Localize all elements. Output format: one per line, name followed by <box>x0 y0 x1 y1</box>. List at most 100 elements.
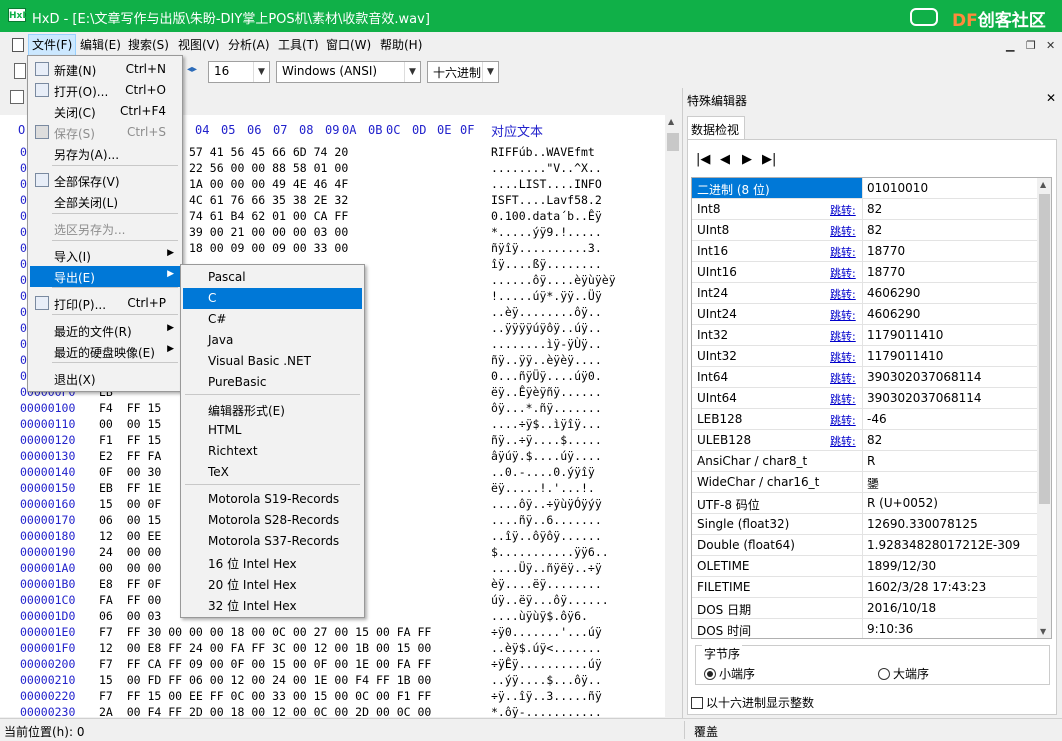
hex-text[interactable]: ñÿ..÷ÿ....$..... <box>491 433 602 447</box>
scroll-up-icon[interactable]: ▲ <box>668 117 674 126</box>
hex-text[interactable]: îÿ....ßÿ........ <box>491 257 602 271</box>
menu-window[interactable]: 窗口(W) <box>323 36 374 54</box>
inspector-value[interactable]: 1179011410 <box>867 349 943 363</box>
inspector-value[interactable]: 01010010 <box>867 181 928 195</box>
jump-link[interactable]: 跳转: <box>830 412 856 428</box>
export-item[interactable]: Pascal <box>183 267 362 288</box>
little-endian-radio[interactable]: 小端序 <box>704 665 755 682</box>
hex-bytes[interactable]: 2A 00 F4 FF 2D 00 18 00 12 00 0C 00 2D 0… <box>99 705 431 719</box>
inspector-row[interactable]: UTF-8 码位 R (U+0052) <box>692 493 1037 514</box>
hex-text[interactable]: ....Üÿ..ñÿëÿ..÷ÿ <box>491 561 602 575</box>
inspector-value[interactable]: 4606290 <box>867 286 920 300</box>
inspector-row[interactable]: UInt32 跳转: 1179011410 <box>692 346 1037 367</box>
inspector-row[interactable]: WideChar / char16_t 䥒 <box>692 472 1037 493</box>
hex-bytes[interactable]: 06 00 03 <box>99 609 161 623</box>
hex-row[interactable]: 00000210 15 00 FD FF 06 00 12 00 24 00 1E… <box>0 673 665 689</box>
menu-edit[interactable]: 编辑(E) <box>77 36 124 54</box>
hex-text[interactable]: ......ôÿ....èÿùÿèÿ <box>491 273 616 287</box>
restore-icon[interactable]: ❐ <box>1026 39 1036 52</box>
hex-text[interactable]: $...........ÿÿ6.. <box>491 545 609 559</box>
jump-link[interactable]: 跳转: <box>830 307 856 323</box>
hex-text[interactable]: ..èÿ........ôÿ.. <box>491 305 602 319</box>
scroll-down-icon[interactable]: ▼ <box>1040 627 1046 636</box>
inspector-row[interactable]: UInt24 跳转: 4606290 <box>692 304 1037 325</box>
inspector-row[interactable]: Int24 跳转: 4606290 <box>692 283 1037 304</box>
export-item[interactable]: 编辑器形式(E) <box>183 399 362 420</box>
inspector-value[interactable]: 82 <box>867 433 882 447</box>
hex-bytes[interactable]: 00 00 00 <box>99 561 161 575</box>
hex-text[interactable]: ..îÿ..ôÿôÿ...... <box>491 529 602 543</box>
hex-text[interactable]: ÷ÿÊÿ..........úÿ <box>491 657 602 671</box>
menu-item-save-as[interactable]: 另存为(A)... <box>30 143 180 164</box>
jump-link[interactable]: 跳转: <box>830 265 856 281</box>
hex-text[interactable]: *.ôÿ-........... <box>491 705 602 719</box>
next-icon[interactable]: ▶ <box>742 152 752 167</box>
inspector-value[interactable]: 4606290 <box>867 307 920 321</box>
jump-link[interactable]: 跳转: <box>830 223 856 239</box>
hex-display-checkbox[interactable]: 以十六进制显示整数 <box>691 694 814 711</box>
jump-link[interactable]: 跳转: <box>830 433 856 449</box>
export-item[interactable]: C# <box>183 309 362 330</box>
scroll-up-icon[interactable]: ▲ <box>1040 180 1046 189</box>
offset-base-select[interactable]: 十六进制 ▼ <box>427 61 499 83</box>
hex-text[interactable]: ........"V..^X.. <box>491 161 602 175</box>
menu-item-export[interactable]: 导出(E) ▶ <box>30 266 180 287</box>
inspector-value[interactable]: 390302037068114 <box>867 370 982 384</box>
inspector-value[interactable]: R <box>867 454 875 468</box>
inspector-row[interactable]: Int8 跳转: 82 <box>692 199 1037 220</box>
export-item[interactable]: PureBasic <box>183 372 362 393</box>
scrollbar-thumb[interactable] <box>667 133 679 151</box>
hex-text[interactable]: ..0.-....0.ýÿîÿ <box>491 465 595 479</box>
hex-bytes[interactable]: F1 FF 15 <box>99 433 161 447</box>
hex-bytes[interactable]: F7 FF CA FF 09 00 0F 00 15 00 0F 00 1E 0… <box>99 657 431 671</box>
inspector-row[interactable]: ULEB128 跳转: 82 <box>692 430 1037 451</box>
jump-link[interactable]: 跳转: <box>830 370 856 386</box>
close-icon[interactable]: ✕ <box>1046 91 1056 105</box>
inspector-value[interactable]: -46 <box>867 412 887 426</box>
hex-text[interactable]: 0.100.data´b..Êÿ <box>491 209 602 223</box>
previous-icon[interactable]: ◀ <box>720 152 730 167</box>
hex-text[interactable]: ñÿ..ÿÿ..èÿèÿ.... <box>491 353 602 367</box>
inspector-value[interactable]: 1899/12/30 <box>867 559 936 573</box>
inspector-row[interactable]: DOS 日期 2016/10/18 <box>692 598 1037 619</box>
hex-text[interactable]: ........ìÿ-ÿÙÿ.. <box>491 337 602 351</box>
export-item[interactable]: Java <box>183 330 362 351</box>
inspector-row[interactable]: Int16 跳转: 18770 <box>692 241 1037 262</box>
hex-text[interactable]: ....LIST....INFO <box>491 177 602 191</box>
inspector-row[interactable]: OLETIME 1899/12/30 <box>692 556 1037 577</box>
hex-bytes[interactable]: FA FF 00 <box>99 593 161 607</box>
hex-text[interactable]: ISFT....Lavf58.2 <box>491 193 602 207</box>
hex-bytes[interactable]: 0F 00 30 <box>99 465 161 479</box>
hex-bytes[interactable]: EB FF 1E <box>99 481 161 495</box>
jump-link[interactable]: 跳转: <box>830 244 856 260</box>
hex-bytes[interactable]: 24 00 00 <box>99 545 161 559</box>
hex-bytes[interactable]: E2 FF FA <box>99 449 161 463</box>
menu-analysis[interactable]: 分析(A) <box>225 36 273 54</box>
export-item[interactable]: 20 位 Intel Hex <box>183 573 362 594</box>
menu-tools[interactable]: 工具(T) <box>275 36 322 54</box>
inspector-row[interactable]: UInt16 跳转: 18770 <box>692 262 1037 283</box>
hex-text[interactable]: ëÿ..Êÿèÿñÿ...... <box>491 385 602 399</box>
chevron-down-icon[interactable]: ▼ <box>404 62 420 82</box>
hex-bytes[interactable]: 06 00 15 <box>99 513 161 527</box>
inspector-value[interactable]: 1602/3/28 17:43:23 <box>867 580 986 594</box>
hex-text[interactable]: ....ñÿ..6....... <box>491 513 602 527</box>
inspector-value[interactable]: 82 <box>867 223 882 237</box>
jump-link[interactable]: 跳转: <box>830 286 856 302</box>
menu-item-close[interactable]: 关闭(C) Ctrl+F4 <box>30 101 180 122</box>
hex-text[interactable]: ôÿ...*.ñÿ....... <box>491 401 602 415</box>
hex-text[interactable]: *.....ýÿ9.!..... <box>491 225 602 239</box>
hex-text[interactable]: âÿúÿ.$....úÿ.... <box>491 449 602 463</box>
hex-text[interactable]: ....ôÿ..÷ÿùÿÓÿýÿ <box>491 497 602 511</box>
export-item[interactable]: Visual Basic .NET <box>183 351 362 372</box>
inspector-value[interactable]: R (U+0052) <box>867 496 938 510</box>
hex-text[interactable]: ..ÿÿÿÿúÿôÿ..úÿ.. <box>491 321 602 335</box>
hex-text[interactable]: RIFFúb..WAVEfmt <box>491 145 602 159</box>
hex-text[interactable]: ëÿ.....!.'...!. <box>491 481 595 495</box>
checkbox-icon[interactable] <box>691 697 703 709</box>
hex-text[interactable]: ÷ÿ..îÿ..3.....ñÿ <box>491 689 602 703</box>
menu-item-new[interactable]: 新建(N) Ctrl+N <box>30 59 180 80</box>
hex-vertical-scrollbar[interactable]: ▲ <box>665 115 681 717</box>
hex-bytes[interactable]: 12 00 EE <box>99 529 161 543</box>
inspector-row[interactable]: LEB128 跳转: -46 <box>692 409 1037 430</box>
